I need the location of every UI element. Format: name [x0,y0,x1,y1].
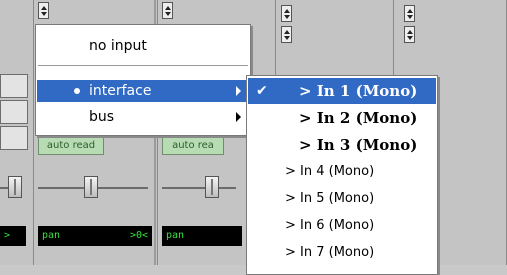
io-stepper-icon[interactable] [281,5,292,22]
submenu-item-in-6[interactable]: > In 6 (Mono) [248,213,436,239]
checkmark-icon: ✔ [256,83,268,99]
io-stepper-icon[interactable] [281,26,292,43]
pan-label: pan [166,230,185,241]
submenu-item-in-5[interactable]: > In 5 (Mono) [248,186,436,212]
submenu-item-in-2[interactable]: > In 2 (Mono) [248,105,436,131]
menu-item-label: bus [89,109,115,125]
io-stepper-icon[interactable] [162,2,173,19]
strip-button[interactable] [0,126,28,150]
automation-mode-button[interactable]: auto read [38,137,104,155]
submenu-item-in-1[interactable]: ✔ > In 1 (Mono) [248,78,436,104]
pan-slider-knob[interactable] [8,176,22,198]
io-stepper-icon[interactable] [404,5,415,22]
submenu-item-label: > In 7 (Mono) [285,245,375,260]
pan-label: pan [42,230,61,241]
menu-item-no-input[interactable]: no input [37,35,249,57]
pan-display: > [0,226,26,246]
pan-display: pan >0< [38,226,152,246]
submenu-item-label: > In 1 (Mono) [299,82,418,100]
submenu-item-in-7[interactable]: > In 7 (Mono) [248,240,436,266]
menu-separator [38,65,248,66]
submenu-item-label: > In 3 (Mono) [299,136,418,154]
pan-value: >0< [129,230,148,241]
pan-value: > [4,230,11,241]
pan-slider-knob[interactable] [84,176,98,198]
menu-item-bus[interactable]: bus [37,106,249,128]
radio-bullet-icon [74,88,80,94]
menu-item-interface[interactable]: interface [37,80,249,102]
submenu-item-label: > In 2 (Mono) [299,109,418,127]
menu-item-label: no input [89,38,147,54]
submenu-item-label: > In 4 (Mono) [285,164,375,179]
pan-slider-knob[interactable] [205,176,219,198]
submenu-item-in-3[interactable]: > In 3 (Mono) [248,132,436,158]
interface-submenu: ✔ > In 1 (Mono) > In 2 (Mono) > In 3 (Mo… [246,75,438,275]
submenu-item-label: > In 5 (Mono) [285,191,375,206]
strip-button[interactable] [0,74,28,98]
io-stepper-icon[interactable] [404,26,415,43]
automation-mode-button[interactable]: auto rea [162,137,224,155]
input-selector-menu: no input interface bus [35,24,251,136]
pan-slider-track [162,187,236,189]
strip-button[interactable] [0,100,28,124]
io-stepper-icon[interactable] [38,2,49,19]
submenu-item-label: > In 6 (Mono) [285,218,375,233]
submenu-arrow-icon [236,86,241,96]
pan-display: pan [162,226,242,246]
submenu-arrow-icon [236,112,241,122]
menu-item-label: interface [89,83,152,99]
submenu-item-in-4[interactable]: > In 4 (Mono) [248,159,436,185]
